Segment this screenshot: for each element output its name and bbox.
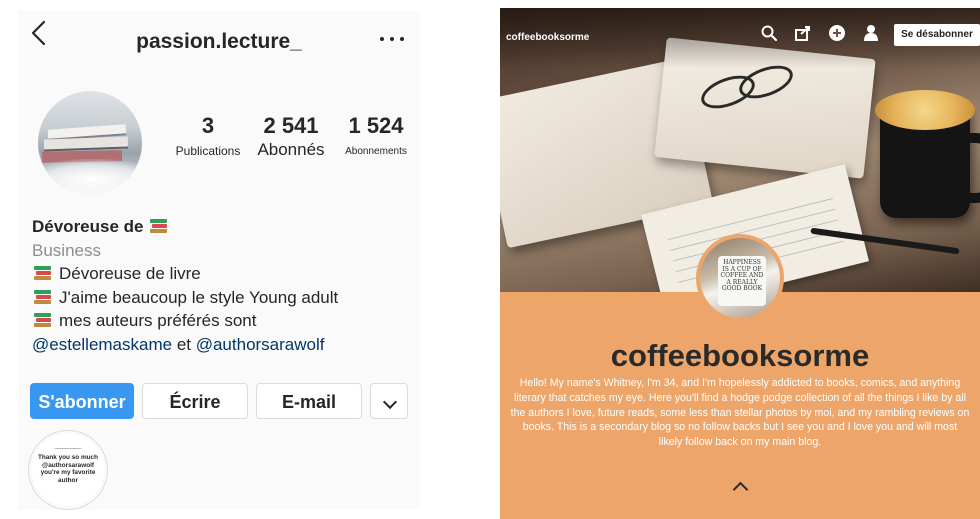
bio-name-line: Dévoreuse de [32, 215, 417, 239]
books-emoji-icon [34, 289, 51, 304]
mention-link-authorsarawolf[interactable]: @authorsarawolf [196, 335, 325, 354]
caret-up-icon[interactable] [732, 481, 749, 498]
bio-line-text: Dévoreuse de livre [59, 264, 201, 283]
unfollow-button[interactable]: Se désabonner [894, 24, 980, 46]
stat-followers[interactable]: 2 541 Abonnés [252, 114, 330, 160]
chevron-down-icon [382, 394, 398, 410]
story-highlight-cover: ━━━━━━━━━━━ Thank you so much @authorsar… [32, 434, 104, 506]
bio-category: Business [32, 240, 101, 260]
tumblr-blog-panel: coffeebooksorme Se désabonner HAPPINESS … [500, 8, 980, 519]
stat-publications[interactable]: 3 Publications [168, 113, 248, 159]
profile-username: passion.lecture_ [136, 30, 302, 53]
blog-title: coffeebooksorme [610, 338, 870, 373]
books-emoji-icon [34, 266, 51, 280]
mention-join-text: et [172, 334, 196, 354]
blog-avatar[interactable]: HAPPINESS IS A CUP OF COFFEE AND A REALL… [696, 234, 784, 322]
bio-line: Dévoreuse de livre [32, 262, 417, 286]
story-highlight[interactable]: ━━━━━━━━━━━ Thank you so much @authorsar… [28, 430, 108, 510]
profile-avatar[interactable] [38, 91, 142, 195]
stat-value: 1 524 [348, 113, 404, 138]
avatar-mug-text: HAPPINESS IS A CUP OF COFFEE AND A REALL… [720, 259, 764, 292]
stat-label: Publications [175, 144, 241, 158]
highlight-text: Thank you so much @authorsarawolf you're… [38, 454, 99, 484]
bio-line: mes auteurs préférés sont [32, 309, 417, 333]
stat-label: Abonnements [345, 146, 407, 157]
bio-line-text: J'aime beaucoup le style Young adult [59, 287, 339, 307]
bio-line: J'aime beaucoup le style Young adult [32, 286, 417, 310]
books-emoji-icon [34, 313, 51, 327]
suggestions-dropdown-button[interactable] [370, 383, 408, 419]
profile-bio: Dévoreuse de Business Dévoreuse de livre… [32, 215, 417, 356]
stat-value: 3 [201, 113, 215, 138]
share-icon[interactable] [794, 24, 812, 42]
more-dots-icon[interactable] [378, 32, 406, 46]
add-icon[interactable] [828, 24, 846, 42]
email-button[interactable]: E-mail [256, 383, 362, 419]
stat-value: 2 541 [263, 113, 319, 138]
user-icon[interactable] [862, 24, 880, 42]
blog-description: Hello! My name's Whitney, I'm 34, and I'… [510, 377, 970, 449]
instagram-profile-panel: passion.lecture_ 3 Publications 2 541 Ab… [18, 10, 420, 510]
stat-following[interactable]: 1 524 Abonnements [334, 113, 418, 158]
message-button[interactable]: Écrire [142, 383, 248, 419]
mention-link-estellemaskame[interactable]: @estellemaskame [32, 335, 172, 354]
follow-button[interactable]: S'abonner [30, 383, 134, 419]
books-emoji-icon [150, 219, 168, 233]
bio-name: Dévoreuse de [32, 217, 144, 236]
header-username[interactable]: coffeebooksorme [506, 32, 589, 43]
bio-mentions-line: @estellemaskame et @authorsarawolf [32, 333, 417, 357]
stat-label: Abonnés [257, 140, 325, 159]
search-icon[interactable] [760, 24, 778, 42]
bio-line-text: mes auteurs préférés sont [59, 311, 257, 330]
